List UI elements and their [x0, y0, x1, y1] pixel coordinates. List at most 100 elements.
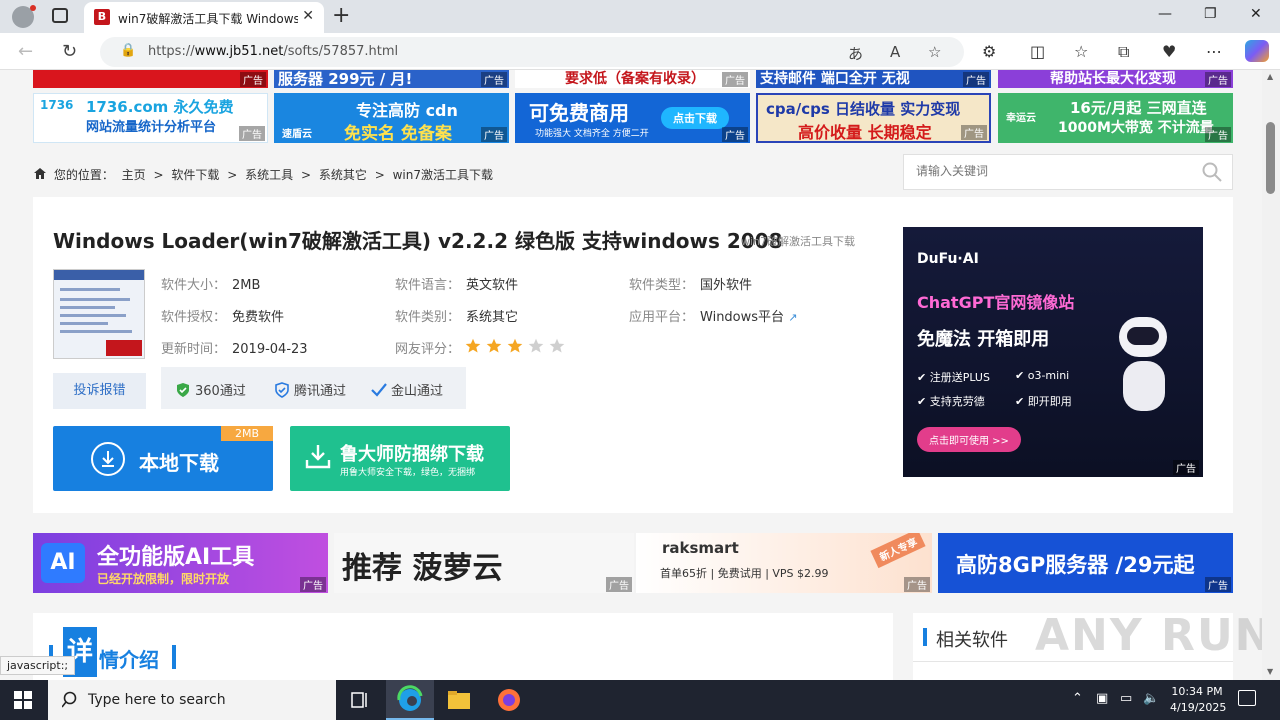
favorites-icon[interactable]: ☆ — [1074, 42, 1088, 61]
scroll-up-icon[interactable]: ▲ — [1267, 72, 1273, 81]
ad-banner-sudun[interactable]: 速盾云 专注高防 cdn 免实名 免备案 广告 — [274, 93, 509, 143]
lock-icon[interactable]: 🔒 — [120, 43, 136, 58]
ad-banner-4[interactable]: 支持邮件 端口全开 无视 广告 — [756, 70, 991, 88]
shield-blue-icon — [274, 382, 290, 398]
url-text[interactable]: https://www.jb51.net/softs/57857.html — [148, 44, 398, 59]
ad-banner-5[interactable]: 帮助站长最大化变现 广告 — [998, 70, 1233, 88]
windows-start-icon[interactable] — [14, 691, 32, 709]
info-rating: 网友评分： — [395, 342, 461, 357]
firefox-icon[interactable] — [485, 680, 533, 720]
breadcrumb-current[interactable]: win7激活工具下载 — [393, 168, 493, 182]
ad-banner-1736[interactable]: 1736 1736.com 永久免费 网站流量统计分析平台 广告 — [33, 93, 268, 143]
ludashi-download-button[interactable]: 鲁大师防捆绑下载 用鲁大师安全下载，绿色，无捆绑 — [290, 426, 510, 491]
network-icon[interactable]: ▭ — [1120, 691, 1132, 706]
address-bar[interactable]: 🔒 https://www.jb51.net/softs/57857.html … — [100, 37, 964, 67]
extensions-icon[interactable]: ⚙ — [982, 42, 996, 61]
page-title: Windows Loader(win7破解激活工具) v2.2.2 绿色版 支持… — [53, 229, 783, 253]
report-error-button[interactable]: 投诉报错 — [53, 373, 146, 409]
tray-download-icon — [305, 445, 331, 469]
refresh-icon[interactable]: ↻ — [62, 41, 77, 62]
scrollbar-thumb[interactable] — [1266, 122, 1275, 194]
page-scrollbar[interactable]: ▲ ▼ — [1262, 70, 1280, 680]
collections-icon[interactable]: ⧉ — [1118, 42, 1129, 62]
favorite-star-icon[interactable]: ☆ — [928, 43, 941, 61]
translate-icon[interactable]: あ — [848, 43, 863, 64]
info-updated: 更新时间： 2019-04-23 — [161, 342, 308, 357]
site-favicon-icon: B — [94, 9, 110, 25]
ad-boluoyun[interactable]: 推荐 菠萝云 广告 — [334, 533, 634, 593]
security-checks: 360通过 腾讯通过 金山通过 — [161, 367, 466, 409]
system-clock[interactable]: 10:34 PM 4/19/2025 — [1170, 684, 1226, 716]
ad-banner-cpa[interactable]: cpa/cps 日结收量 实力变现 高价收量 长期稳定 广告 — [756, 93, 991, 143]
local-download-label: 本地下载 — [139, 451, 219, 475]
tray-device-icon[interactable]: ▣ — [1096, 691, 1108, 706]
software-screenshot[interactable] — [53, 269, 145, 359]
ad-ai-tools[interactable]: AI 全功能版AI工具 已经开放限制，限时开放 广告 — [33, 533, 328, 593]
search-input[interactable] — [916, 164, 1186, 178]
ad-banner-3[interactable]: 要求低（备案有收录） 广告 — [515, 70, 750, 88]
ad-banner-free-commercial[interactable]: 可免费商用 功能强大 文档齐全 方便二开 点击下载 广告 — [515, 93, 750, 143]
tray-chevron-icon[interactable]: ⌃ — [1072, 691, 1083, 706]
breadcrumb-home[interactable]: 主页 — [122, 168, 146, 182]
taskbar-search[interactable]: Type here to search — [48, 680, 336, 720]
ad-banner-xingyun[interactable]: 幸运云 16元/月起 三网直连 1000M大带宽 不计流量 广告 — [998, 93, 1233, 143]
page-subtitle[interactable]: win7破解激活工具下载 — [741, 233, 855, 249]
file-explorer-icon[interactable] — [435, 680, 483, 720]
side-ad-feature-1: ✔ 注册送PLUS — [917, 371, 990, 384]
ad-bgp-server[interactable]: 高防8GP服务器 /29元起 广告 — [938, 533, 1233, 593]
window-close-icon[interactable]: ✕ — [1250, 6, 1262, 22]
notifications-icon[interactable] — [1238, 690, 1256, 706]
check-tencent: 腾讯通过 — [274, 380, 346, 399]
new-tab-icon[interactable]: + — [332, 3, 350, 28]
ad-banner-1[interactable]: 广告 — [33, 70, 268, 88]
search-icon[interactable] — [1202, 162, 1222, 182]
scroll-down-icon[interactable]: ▼ — [1267, 667, 1273, 676]
side-ad-feature-3: ✔ 支持克劳德 — [917, 395, 985, 408]
breadcrumb-system-other[interactable]: 系统其它 — [319, 168, 367, 182]
star-empty-icon[interactable] — [549, 338, 565, 354]
star-empty-icon[interactable] — [528, 338, 544, 354]
star-filled-icon[interactable] — [507, 338, 523, 354]
edge-taskbar-icon[interactable] — [386, 680, 434, 720]
back-icon[interactable]: ← — [18, 41, 33, 62]
shield-green-icon — [175, 382, 191, 398]
related-title: 相关软件 — [936, 630, 1008, 651]
info-platform: 应用平台： Windows平台 ↗ — [629, 310, 798, 325]
site-search — [903, 154, 1233, 190]
local-download-button[interactable]: 本地下载 2MB — [53, 426, 273, 491]
volume-icon[interactable]: 🔈 — [1143, 691, 1159, 706]
rating-stars — [465, 338, 570, 358]
star-filled-icon[interactable] — [486, 338, 502, 354]
breadcrumb-prefix: 您的位置： — [53, 168, 114, 182]
minimize-icon[interactable]: — — [1158, 6, 1172, 22]
star-filled-icon[interactable] — [465, 338, 481, 354]
ad-raksmart[interactable]: raksmart 首单65折 | 免费试用 | VPS $2.99 新人专享 广… — [636, 533, 932, 593]
split-screen-icon[interactable]: ◫ — [1030, 42, 1045, 61]
breadcrumb-software[interactable]: 软件下载 — [171, 168, 219, 182]
side-ad-headline: ChatGPT官网镜像站 — [917, 293, 1075, 312]
status-link-preview: javascript:; — [0, 656, 76, 675]
windows-taskbar: Type here to search ⌃ ▣ ▭ 🔈 10:34 PM 4/1… — [0, 680, 1280, 720]
side-ad-cta-button[interactable]: 点击即可使用 >> — [917, 427, 1021, 452]
tab-active[interactable]: B win7破解激活工具下载 Windows ✕ — [84, 2, 324, 33]
browser-essentials-icon[interactable]: ♥ — [1162, 42, 1176, 61]
detail-section-header: 详 情介绍 — [33, 613, 893, 680]
breadcrumb-system-tools[interactable]: 系统工具 — [245, 168, 293, 182]
side-ad-dufu[interactable]: DuFu·AI ChatGPT官网镜像站 免魔法 开箱即用 ✔ 注册送PLUS … — [903, 227, 1203, 477]
info-type: 软件类型： 国外软件 — [629, 278, 753, 293]
read-aloud-icon[interactable]: A — [890, 43, 900, 61]
kingsoft-check-icon — [371, 382, 387, 398]
side-ad-brand: DuFu·AI — [917, 251, 979, 267]
check-kingsoft: 金山通过 — [371, 380, 443, 399]
download-icon — [91, 442, 125, 476]
info-license: 软件授权： 免费软件 — [161, 310, 285, 325]
tab-close-icon[interactable]: ✕ — [302, 8, 314, 24]
task-view-icon[interactable] — [336, 680, 384, 720]
external-link-icon[interactable]: ↗ — [788, 311, 797, 324]
more-menu-icon[interactable]: ⋯ — [1206, 42, 1222, 61]
tab-actions-icon[interactable] — [52, 8, 68, 23]
maximize-icon[interactable]: ❐ — [1204, 6, 1217, 22]
copilot-icon[interactable] — [1245, 40, 1269, 62]
ludashi-download-label: 鲁大师防捆绑下载 — [340, 444, 484, 465]
ad-banner-2[interactable]: 服务器 299元 / 月! 广告 — [274, 70, 509, 88]
